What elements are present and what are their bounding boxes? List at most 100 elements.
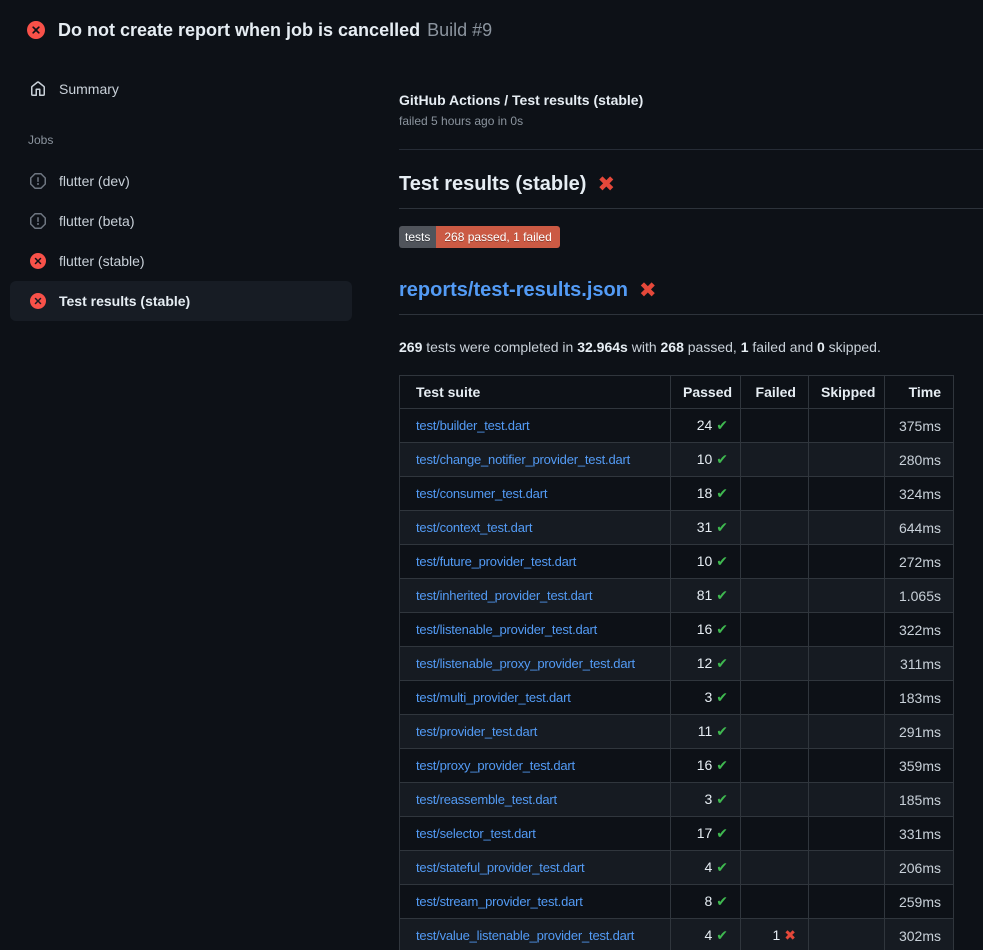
passed-cell: 12✔ [671,647,741,681]
column-header-failed: Failed [741,376,809,409]
test-suite-link[interactable]: test/listenable_provider_test.dart [416,622,597,637]
check-icon: ✔ [716,860,728,876]
table-row: test/consumer_test.dart18✔324ms [400,477,954,511]
skipped-cell [809,511,885,545]
test-suite-link[interactable]: test/context_test.dart [416,520,532,535]
page-title: Do not create report when job is cancell… [58,19,420,41]
test-suite-link[interactable]: test/proxy_provider_test.dart [416,758,575,773]
passed-cell: 4✔ [671,919,741,950]
test-suite-cell: test/multi_provider_test.dart [400,681,671,715]
home-icon [30,81,46,97]
check-icon: ✔ [716,724,728,740]
test-suite-cell: test/consumer_test.dart [400,477,671,511]
table-row: test/change_notifier_provider_test.dart1… [400,443,954,477]
passed-cell: 3✔ [671,681,741,715]
test-suite-link[interactable]: test/consumer_test.dart [416,486,547,501]
failed-cell [741,647,809,681]
skipped-cell [809,885,885,919]
failed-cross-icon: ✖ [639,280,657,301]
failed-cell [741,613,809,647]
passed-cell: 8✔ [671,885,741,919]
failed-cell [741,783,809,817]
skipped-cell [809,647,885,681]
test-suite-cell: test/change_notifier_provider_test.dart [400,443,671,477]
test-suite-link[interactable]: test/builder_test.dart [416,418,529,433]
test-suite-link[interactable]: test/stream_provider_test.dart [416,894,583,909]
skipped-cell [809,817,885,851]
sidebar-job-flutter-dev[interactable]: flutter (dev) [10,161,352,201]
test-suite-link[interactable]: test/provider_test.dart [416,724,537,739]
skipped-cell [809,681,885,715]
test-suite-cell: test/builder_test.dart [400,409,671,443]
test-suite-cell: test/value_listenable_provider_test.dart [400,919,671,950]
time-cell: 375ms [885,409,954,443]
check-title: Test results (stable) [399,173,586,196]
test-suite-link[interactable]: test/future_provider_test.dart [416,554,576,569]
sidebar-summary-label: Summary [59,81,119,97]
failed-cell: 1✖ [741,919,809,950]
skipped-cell [809,409,885,443]
test-suite-link[interactable]: test/inherited_provider_test.dart [416,588,592,603]
test-suite-link[interactable]: test/stateful_provider_test.dart [416,860,584,875]
failed-cell [741,749,809,783]
test-suite-cell: test/stateful_provider_test.dart [400,851,671,885]
test-suite-cell: test/stream_provider_test.dart [400,885,671,919]
check-icon: ✔ [716,894,728,910]
test-suite-link[interactable]: test/listenable_proxy_provider_test.dart [416,656,635,671]
passed-cell: 3✔ [671,783,741,817]
tests-badge: tests 268 passed, 1 failed [399,226,560,248]
sidebar-item-summary[interactable]: Summary [10,73,352,105]
test-suite-link[interactable]: test/value_listenable_provider_test.dart [416,928,634,943]
time-cell: 359ms [885,749,954,783]
sidebar-job-label: flutter (stable) [59,253,145,269]
skipped-cell [809,579,885,613]
failed-cell [741,443,809,477]
cross-icon: ✖ [784,928,796,944]
sidebar-job-flutter-stable[interactable]: flutter (stable) [10,241,352,281]
time-cell: 185ms [885,783,954,817]
check-icon: ✔ [716,826,728,842]
passed-cell: 24✔ [671,409,741,443]
failed-cell [741,851,809,885]
skipped-cell [809,851,885,885]
column-header-skipped: Skipped [809,376,885,409]
passed-cell: 31✔ [671,511,741,545]
test-suite-cell: test/proxy_provider_test.dart [400,749,671,783]
failed-cell [741,511,809,545]
test-suite-cell: test/selector_test.dart [400,817,671,851]
test-suite-link[interactable]: test/selector_test.dart [416,826,536,841]
stop-icon [30,213,46,229]
test-suite-cell: test/reassemble_test.dart [400,783,671,817]
sidebar-job-test-results-stable[interactable]: Test results (stable) [10,281,352,321]
skipped-cell [809,613,885,647]
skipped-cell [809,783,885,817]
test-suite-link[interactable]: test/change_notifier_provider_test.dart [416,452,630,467]
report-heading: reports/test-results.json ✖ [399,279,983,315]
checks-page: Do not create report when job is cancell… [0,0,983,950]
time-cell: 272ms [885,545,954,579]
table-row: test/provider_test.dart11✔291ms [400,715,954,749]
table-row: test/builder_test.dart 24✔ 375ms [400,409,954,443]
build-number: Build #9 [427,20,492,41]
sidebar-job-label: flutter (dev) [59,173,130,189]
column-header-passed: Passed [671,376,741,409]
skipped-cell [809,477,885,511]
test-suite-link[interactable]: test/reassemble_test.dart [416,792,557,807]
check-icon: ✔ [716,520,728,536]
jobs-list: flutter (dev) flutter (beta) flutter (stab… [0,161,384,321]
failed-cell [741,409,809,443]
table-row: test/context_test.dart31✔644ms [400,511,954,545]
sidebar-job-label: Test results (stable) [59,293,190,309]
sidebar-job-flutter-beta[interactable]: flutter (beta) [10,201,352,241]
failed-cell [741,715,809,749]
report-file-link[interactable]: reports/test-results.json [399,279,628,302]
time-cell: 311ms [885,647,954,681]
sidebar: Summary Jobs flutter (dev)flutter (beta)… [0,60,384,321]
x-circle-icon [27,21,45,39]
table-row: test/future_provider_test.dart10✔272ms [400,545,954,579]
check-icon: ✔ [716,588,728,604]
x-circle-icon [30,293,46,309]
test-suite-link[interactable]: test/multi_provider_test.dart [416,690,571,705]
passed-cell: 16✔ [671,749,741,783]
skipped-cell [809,545,885,579]
